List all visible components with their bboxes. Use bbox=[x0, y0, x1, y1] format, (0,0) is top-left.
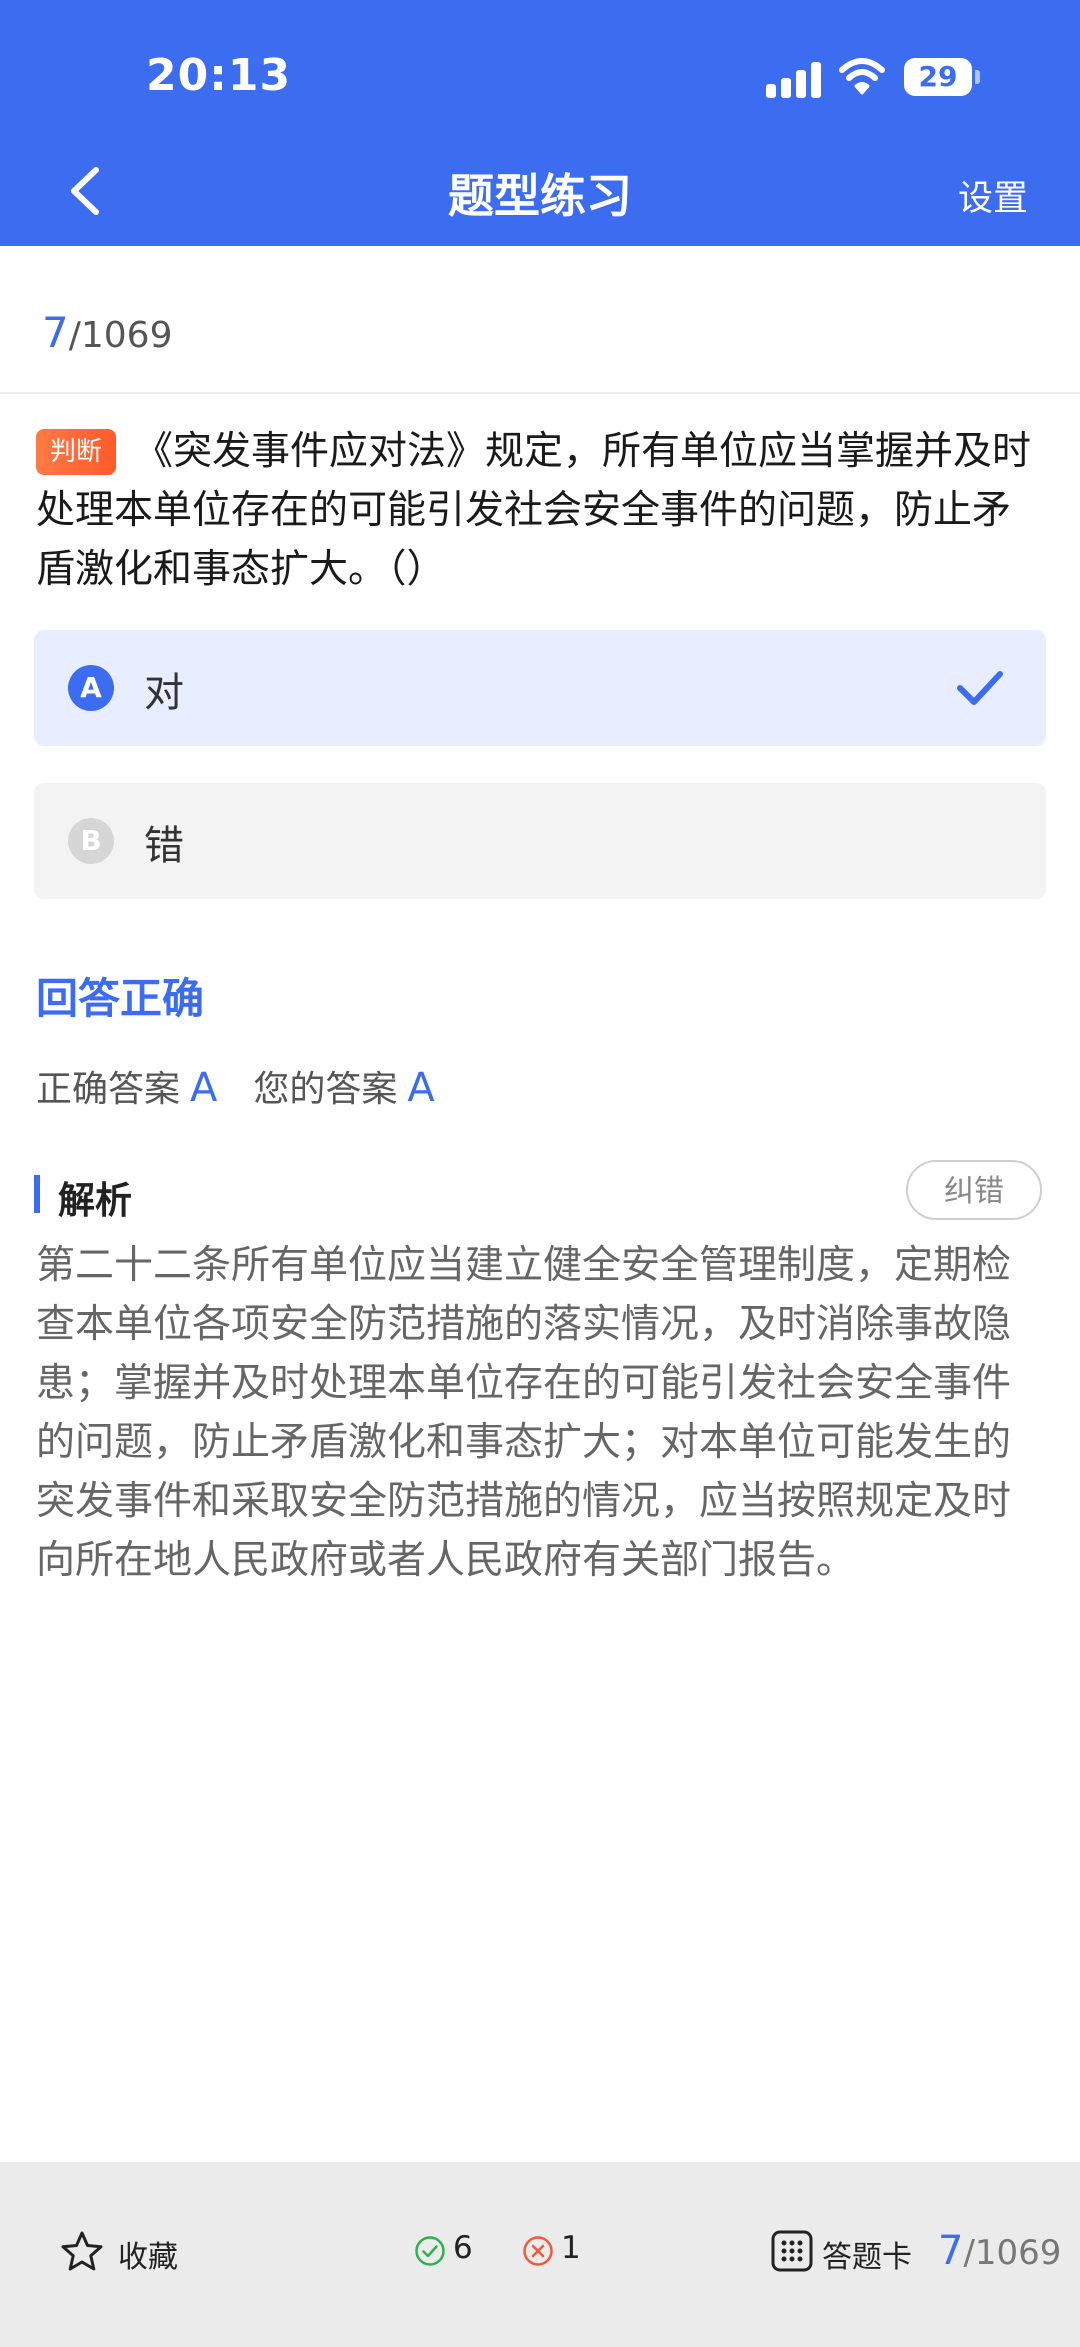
battery-icon: 29 bbox=[904, 58, 972, 96]
check-icon bbox=[957, 671, 1003, 705]
battery-cap bbox=[975, 70, 980, 84]
question-progress: 7/1069 bbox=[42, 308, 172, 357]
question-type-badge: 判断 bbox=[36, 429, 117, 475]
star-icon[interactable] bbox=[60, 2230, 104, 2274]
divider bbox=[0, 392, 1080, 394]
answer-card-button[interactable]: 答题卡 bbox=[822, 2232, 912, 2276]
option-b[interactable]: B 错 bbox=[34, 783, 1046, 899]
progress-current: 7 bbox=[42, 308, 69, 357]
favorite-button[interactable]: 收藏 bbox=[118, 2232, 178, 2276]
bottom-progress-total: /1069 bbox=[963, 2233, 1062, 2273]
option-text-b: 错 bbox=[144, 823, 184, 869]
question-text-block: 判断 《突发事件应对法》规定，所有单位应当掌握并及时处理本单位存在的可能引发社会安… bbox=[36, 422, 1046, 599]
bottom-progress-current: 7 bbox=[938, 2228, 964, 2274]
answer-summary: 正确答案 A 您的答案 A bbox=[36, 1060, 471, 1112]
analysis-text: 第二十二条所有单位应当建立健全安全管理制度，定期检查本单位各项安全防范措施的落实… bbox=[36, 1243, 1012, 1583]
progress-total: /1069 bbox=[68, 315, 173, 356]
correct-answer-value: A bbox=[190, 1065, 218, 1111]
page-title: 题型练习 bbox=[448, 169, 632, 223]
option-text-a: 对 bbox=[144, 670, 184, 716]
bottom-progress: 7/1069 bbox=[938, 2228, 1061, 2274]
report-error-button[interactable]: 纠错 bbox=[906, 1160, 1042, 1220]
cellular-signal-icon bbox=[766, 60, 822, 98]
your-answer-value: A bbox=[407, 1065, 435, 1111]
result-status: 回答正确 bbox=[36, 974, 205, 1023]
option-a[interactable]: A 对 bbox=[34, 630, 1046, 746]
analysis-title: 解析 bbox=[58, 1179, 132, 1222]
option-letter-b: B bbox=[68, 818, 114, 864]
settings-button[interactable]: 设置 bbox=[958, 170, 1028, 221]
correct-count-icon bbox=[415, 2236, 445, 2266]
correct-answer-label: 正确答案 bbox=[36, 1069, 181, 1110]
analysis-accent-bar bbox=[34, 1175, 40, 1213]
bottom-toolbar: 收藏 6 1 答题卡 7/1069 bbox=[0, 2162, 1080, 2347]
correct-count: 6 bbox=[453, 2230, 473, 2266]
status-time: 20:13 bbox=[146, 50, 292, 101]
wifi-icon bbox=[839, 58, 885, 95]
your-answer-label: 您的答案 bbox=[253, 1069, 398, 1110]
wrong-count-icon bbox=[523, 2236, 553, 2266]
app-header: 20:13 29 题型练习 设置 bbox=[0, 0, 1080, 246]
wrong-count: 1 bbox=[561, 2230, 581, 2266]
question-text: 《突发事件应对法》规定，所有单位应当掌握并及时处理本单位存在的可能引发社会安全事… bbox=[36, 429, 1032, 592]
answer-card-icon[interactable] bbox=[770, 2229, 814, 2273]
option-letter-a: A bbox=[68, 665, 114, 711]
